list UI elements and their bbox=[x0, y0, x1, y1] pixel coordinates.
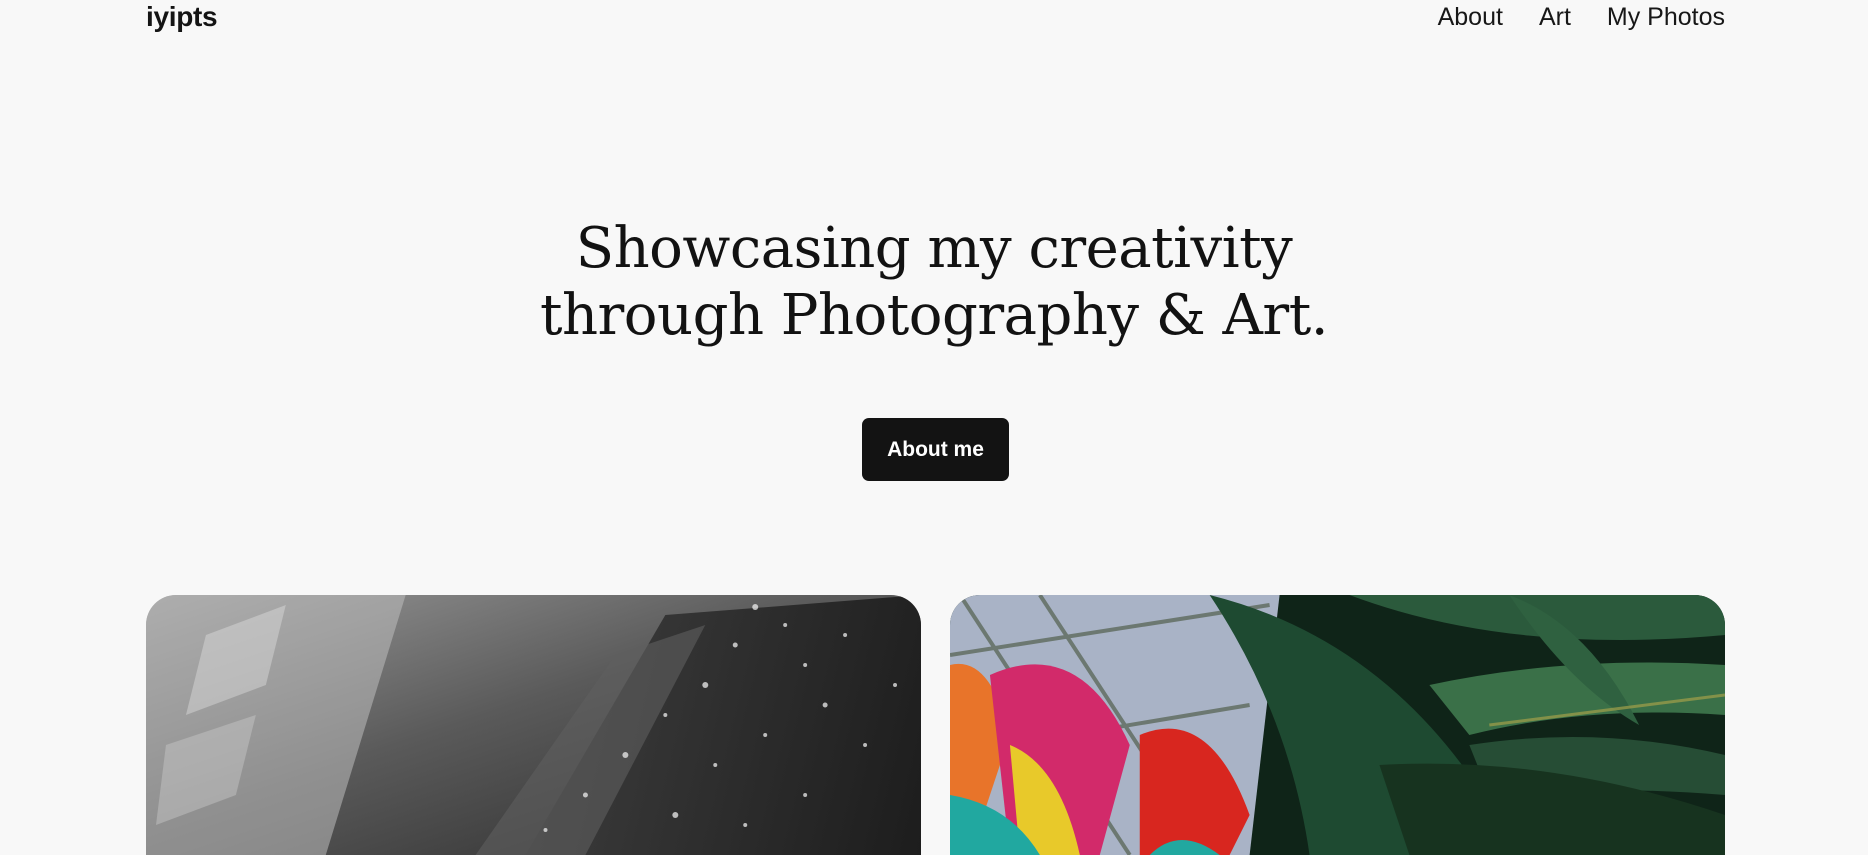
hero-title-line-1: Showcasing my creativity bbox=[575, 216, 1293, 281]
umbrellas-photo-image bbox=[950, 595, 1725, 855]
about-me-button[interactable]: About me bbox=[862, 418, 1009, 481]
nav-link-my-photos[interactable]: My Photos bbox=[1607, 2, 1725, 32]
hero-section: Showcasing my creativity through Photogr… bbox=[0, 215, 1868, 349]
hero-title: Showcasing my creativity through Photogr… bbox=[0, 215, 1868, 349]
photo-card-umbrellas[interactable] bbox=[950, 595, 1725, 855]
nav-link-about[interactable]: About bbox=[1438, 2, 1503, 32]
nav-link-art[interactable]: Art bbox=[1539, 2, 1571, 32]
photo-gallery bbox=[146, 595, 1725, 855]
photo-card-rain[interactable] bbox=[146, 595, 921, 855]
site-header: iyipts About Art My Photos bbox=[146, 0, 1725, 34]
rain-photo-image bbox=[146, 595, 921, 855]
main-nav: About Art My Photos bbox=[1438, 2, 1725, 32]
hero-title-line-2: through Photography & Art. bbox=[539, 283, 1329, 348]
brand-logo[interactable]: iyipts bbox=[146, 2, 218, 32]
